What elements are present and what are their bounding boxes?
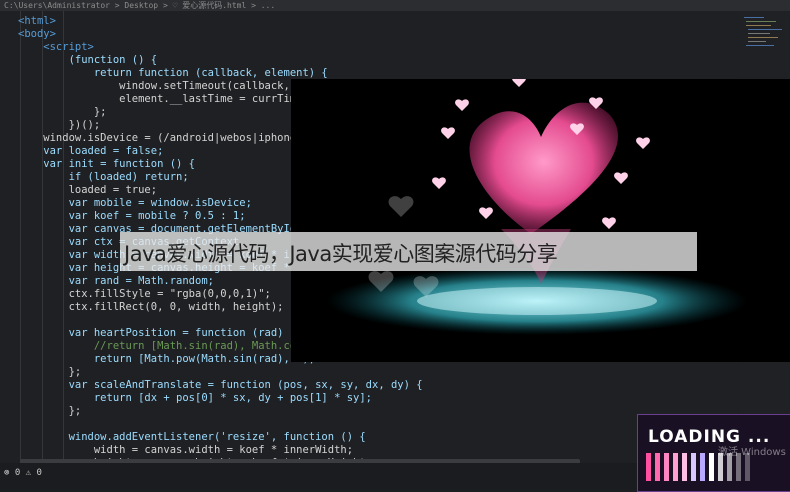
breadcrumb: C:\Users\Administrator > Desktop > ♡ 爱心源… — [4, 1, 276, 10]
code-line[interactable]: return [dx + pos[0] * sx, dy + pos[1] * … — [18, 392, 372, 405]
code-line[interactable]: }; — [18, 405, 82, 418]
code-line[interactable]: //return [Math.sin(rad), Math.cos(ra — [18, 340, 322, 353]
loading-bar — [664, 453, 669, 481]
code-line[interactable]: }; — [18, 106, 107, 119]
code-line[interactable]: var mobile = window.isDevice; — [18, 197, 252, 210]
minimap-line — [746, 45, 774, 46]
loading-bar — [709, 453, 714, 481]
code-line[interactable]: var rand = Math.random; — [18, 275, 214, 288]
loading-bar — [727, 453, 732, 481]
code-line[interactable]: <html> — [18, 15, 56, 28]
title-bar: C:\Users\Administrator > Desktop > ♡ 爱心源… — [0, 0, 790, 11]
loading-bar — [745, 453, 750, 481]
particle-ring-core — [417, 287, 657, 315]
code-line[interactable]: ctx.fillRect(0, 0, width, height); — [18, 301, 284, 314]
code-line[interactable]: window.isDevice = (/android|webos|iphone… — [18, 132, 315, 145]
heart-shape — [469, 102, 618, 234]
loading-bar — [646, 453, 651, 481]
code-line[interactable]: if (loaded) return; — [18, 171, 189, 184]
caption-banner: Java爱心源代码，Java实现爱心图案源代码分享 — [120, 232, 697, 271]
loading-bar — [673, 453, 678, 481]
loading-bar — [682, 453, 687, 481]
code-line[interactable]: width = canvas.width = koef * innerWidth… — [18, 444, 353, 457]
loading-bar — [736, 453, 741, 481]
code-line[interactable]: <script> — [18, 41, 94, 54]
code-line[interactable]: var loaded = false; — [18, 145, 163, 158]
loading-bar — [691, 453, 696, 481]
minimap-line — [748, 33, 770, 34]
minimap-line — [748, 29, 782, 30]
caption-text: Java爱心源代码，Java实现爱心图案源代码分享 — [124, 242, 558, 266]
code-line[interactable]: var koef = mobile ? 0.5 : 1; — [18, 210, 246, 223]
code-line[interactable]: var heartPosition = function (rad) { — [18, 327, 297, 340]
code-line[interactable]: return [Math.pow(Math.sin(rad), 3), — [18, 353, 315, 366]
minimap-line — [746, 21, 776, 22]
code-line[interactable]: window.setTimeout(callback, time — [18, 80, 321, 93]
minimap-line — [744, 17, 764, 18]
code-line[interactable]: (function () { — [18, 54, 158, 67]
code-line[interactable]: window.addEventListener('resize', functi… — [18, 431, 366, 444]
code-line[interactable]: return function (callback, element) { — [18, 67, 328, 80]
code-line[interactable]: }; — [18, 366, 82, 379]
minimap-line — [746, 25, 771, 26]
code-line[interactable]: element.__lastTime = currTime + — [18, 93, 315, 106]
heart-animation-preview — [291, 79, 790, 362]
problems-indicator[interactable]: ⊗ 0 ⚠ 0 — [4, 468, 42, 478]
loading-overlay: LOADING ... 激活 Windows — [637, 414, 790, 492]
heart-canvas — [327, 79, 747, 335]
loading-bar — [700, 453, 705, 481]
code-line[interactable]: var scaleAndTranslate = function (pos, s… — [18, 379, 423, 392]
code-line[interactable]: ctx.fillStyle = "rgba(0,0,0,1)"; — [18, 288, 271, 301]
code-line[interactable]: <body> — [18, 28, 56, 41]
minimap-line — [748, 41, 766, 42]
loading-bar — [718, 453, 723, 481]
code-line[interactable]: var init = function () { — [18, 158, 195, 171]
loading-bar — [655, 453, 660, 481]
minimap-line — [748, 37, 778, 38]
code-line[interactable]: loaded = true; — [18, 184, 158, 197]
code-line[interactable]: })(); — [18, 119, 101, 132]
